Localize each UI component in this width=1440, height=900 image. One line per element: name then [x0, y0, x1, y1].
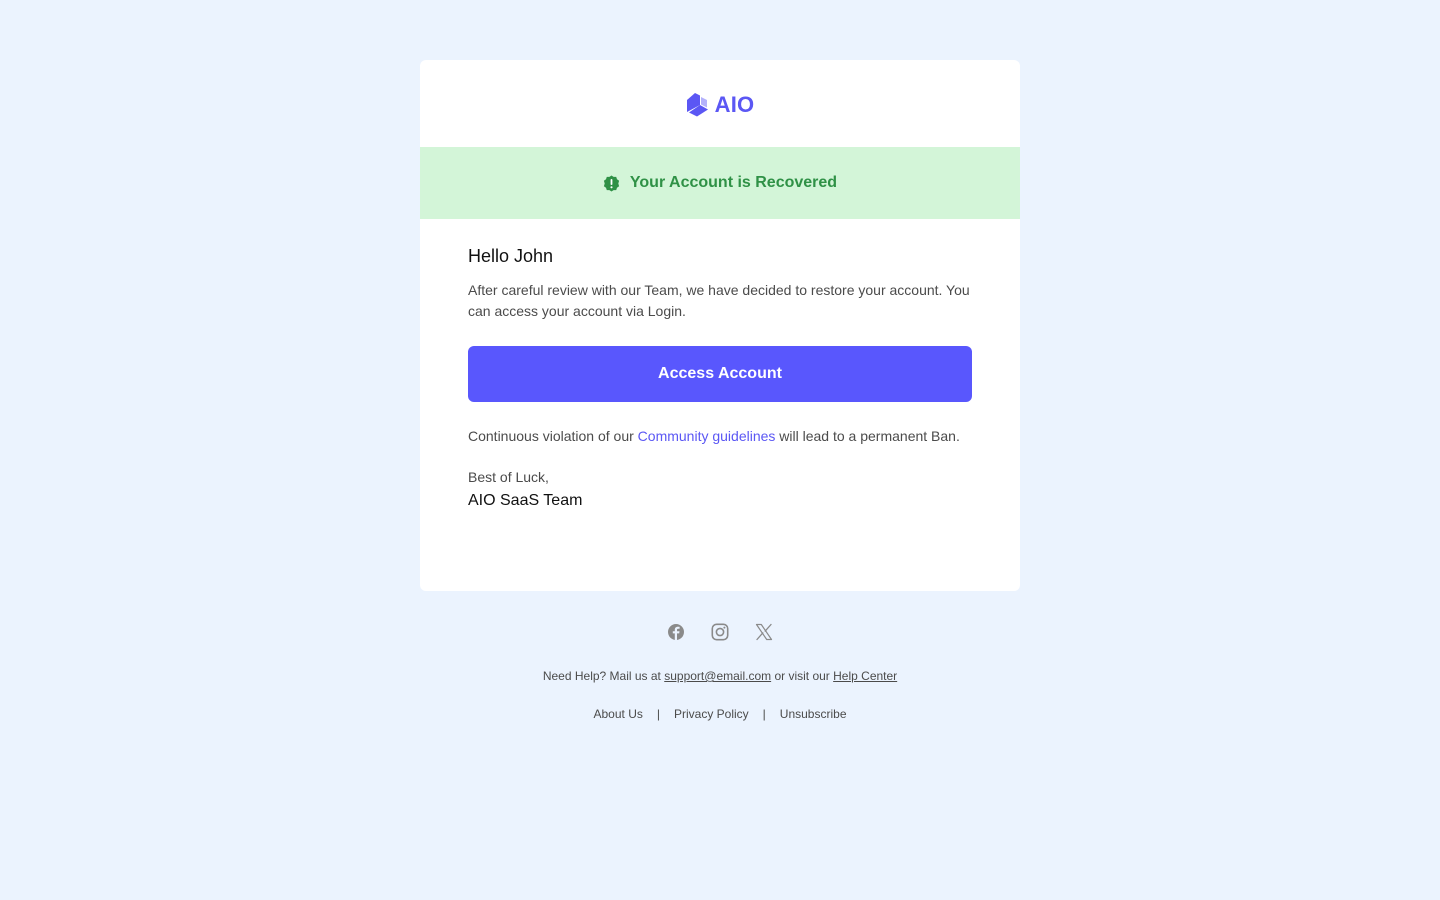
help-middle: or visit our	[771, 669, 834, 683]
status-banner: Your Account is Recovered	[420, 147, 1020, 219]
privacy-policy-link[interactable]: Privacy Policy	[674, 705, 749, 723]
footer-separator: |	[762, 707, 766, 721]
greeting: Hello John	[468, 246, 554, 266]
email-card: AIO Your Account is Recovered Hello John…	[420, 60, 1020, 591]
support-email-link[interactable]: support@email.com	[664, 669, 771, 683]
social-links	[0, 621, 1440, 643]
brand-name: AIO	[714, 91, 755, 117]
footer-links: About Us | Privacy Policy | Unsubscribe	[0, 705, 1440, 723]
facebook-icon[interactable]	[667, 621, 685, 643]
footer-separator: |	[656, 707, 660, 721]
warning-text-before: Continuous violation of our	[468, 428, 638, 444]
recovery-message: After careful review with our Team, we h…	[468, 282, 970, 319]
warning-text-after: will lead to a permanent Ban.	[775, 428, 960, 444]
help-prefix: Need Help? Mail us at	[542, 669, 665, 683]
help-line: Need Help? Mail us at support@email.com …	[0, 667, 1440, 685]
alert-badge-icon	[603, 175, 620, 191]
logo-header: AIO	[420, 60, 1020, 147]
guidelines-warning: Continuous violation of our Community gu…	[468, 426, 972, 447]
email-body: Hello John After careful review with our…	[420, 219, 1020, 513]
unsubscribe-link[interactable]: Unsubscribe	[780, 705, 847, 723]
community-guidelines-link[interactable]: Community guidelines	[638, 428, 776, 444]
brand-logo-icon	[686, 92, 708, 116]
signoff: Best of Luck,	[468, 469, 549, 485]
brand-logo[interactable]: AIO	[686, 92, 755, 118]
help-center-link[interactable]: Help Center	[833, 669, 897, 683]
access-account-button[interactable]: Access Account	[468, 346, 972, 402]
banner-title: Your Account is Recovered	[629, 174, 838, 191]
about-us-link[interactable]: About Us	[594, 705, 643, 723]
instagram-icon[interactable]	[711, 621, 729, 643]
x-icon[interactable]	[755, 621, 773, 643]
team-signature: AIO SaaS Team	[468, 492, 583, 509]
